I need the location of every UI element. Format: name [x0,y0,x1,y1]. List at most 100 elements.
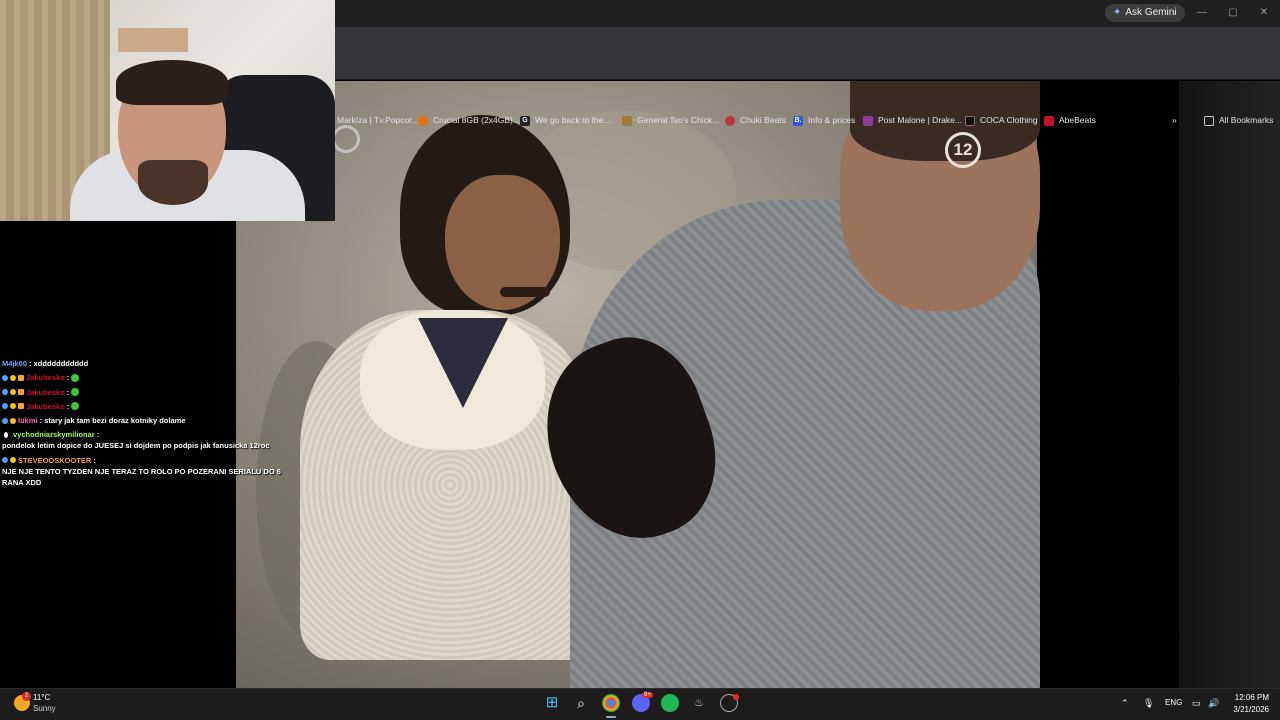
chat-username: Jakubesko [26,387,65,397]
discord-badge: 9+ [642,692,653,698]
active-app-indicator [606,716,616,718]
chat-message: Jakubesko: [2,372,302,383]
windows-start-icon[interactable]: ⊞ [543,694,561,712]
chat-text: xddddddddddd [33,359,89,368]
chat-text: pondelok letim dopice do JUESEJ si dojde… [2,441,270,451]
bookmark-item[interactable]: Markíza | Tv.Popcor... [322,112,419,129]
chat-emote-icon [71,402,80,411]
steam-icon[interactable]: ♨ [690,694,708,712]
clock-date[interactable]: 3/21/2026 [1226,705,1269,714]
bookmark-item[interactable]: COCA Clothing [965,112,1038,129]
bookmarks-overflow-icon[interactable]: » [1172,112,1177,129]
network-icon[interactable]: ▭ [1192,698,1201,709]
minimize-icon[interactable]: — [1191,4,1213,22]
man-mustache [500,287,550,297]
bookmark-favicon [725,115,735,126]
weather-temperature[interactable]: 11°C [33,693,50,702]
chat-username: STEVEOOSKOOTER [18,455,92,465]
chat-badge-icon [4,431,8,438]
chat-badge-icon [18,403,24,410]
volume-icon[interactable]: 🔊 [1208,698,1219,709]
chat-username: M4jk00 [2,359,28,368]
all-bookmarks-label: All Bookmarks [1219,115,1274,125]
bookmark-item[interactable]: Crucial 8GB (2x4GB)... [418,112,520,129]
bookmark-item[interactable]: Post Malone | Drake... [863,112,962,129]
webcam-overlay [0,0,335,221]
bookmark-item[interactable]: G We go back to the... [520,112,610,129]
chat-message: Jakubesko: [2,401,302,412]
close-icon[interactable]: ✕ [1253,4,1275,22]
all-bookmarks-button[interactable]: All Bookmarks [1204,112,1273,129]
chat-message: vychodniarskymilionar: pondelok letim do… [2,429,302,451]
ask-gemini-label: Ask Gemini [1125,7,1177,18]
chat-username: Jakubesko [26,373,65,383]
chat-badge-icon [2,389,8,396]
language-indicator[interactable]: ENG [1165,698,1182,707]
chat-colon: : [66,373,70,383]
chat-badge-icon [10,457,16,464]
chat-badge-icon [10,389,16,396]
bookmark-label: Info & prices [808,115,856,125]
ask-gemini-button[interactable]: ✦ Ask Gemini [1105,4,1185,22]
clock-time[interactable]: 12:06 PM [1233,693,1269,702]
notification-dot [733,694,739,700]
chrome-icon[interactable] [602,694,620,712]
side-panel [1179,81,1280,688]
chat-colon: : [66,401,70,411]
bookmark-label: AbeBeats [1059,115,1096,125]
weather-condition[interactable]: Sunny [33,704,56,713]
chat-badge-icon [2,374,8,381]
chat-badge-icon [10,403,16,410]
bookmark-favicon: B. [793,115,803,126]
chat-text: NJE NJE TENTO TYZDEN NJE TERAZ TO ROLO P… [2,466,281,487]
bookmark-favicon [965,115,975,126]
chat-overlay: M4jk00: xddddddddddd Jakubesko: Jakubesk… [2,358,302,491]
bookmark-label: Crucial 8GB (2x4GB)... [433,115,520,125]
bookmark-favicon [622,115,632,126]
bookmark-label: Chuki Beats [740,115,786,125]
chat-username: vychodniarskymilionar [13,430,95,440]
maximize-icon[interactable]: ▢ [1222,4,1244,22]
chat-message: lukmi: stary jak tam bezi doraz kotniky … [2,415,302,426]
bookmark-item[interactable]: B. Info & prices [793,112,855,129]
bookmark-label: General Tso's Chick... [637,115,720,125]
chat-text: stary jak tam bezi doraz kotniky dolame [44,416,186,426]
chat-badge-icon [2,403,8,410]
bookmark-item[interactable]: General Tso's Chick... [622,112,719,129]
channel-logo: 12 [945,132,981,168]
streamer-beard [138,160,208,205]
chat-badge-icon [10,417,16,424]
weather-notification-badge: 2 [22,692,31,701]
chat-message: Jakubesko: [2,387,302,398]
bookmark-label: Post Malone | Drake... [878,115,962,125]
gemini-spark-icon: ✦ [1113,7,1122,18]
chat-username: Jakubesko [26,401,65,411]
bookmark-favicon: G [520,115,530,126]
chat-badge-icon [10,374,16,381]
chat-colon: : [96,430,102,440]
chat-colon: : [93,455,98,465]
bookmark-favicon [418,115,428,126]
chat-badge-icon [2,457,8,464]
bookmark-item[interactable]: Chuki Beats [725,112,786,129]
streamer-hair [116,60,228,105]
chat-badge-icon [18,389,24,396]
chat-badge-icon [2,417,8,424]
spotify-icon[interactable] [661,694,679,712]
folder-icon [1204,115,1214,126]
search-icon[interactable]: ⌕ [572,694,590,712]
bookmark-label: COCA Clothing [980,115,1038,125]
chat-message: M4jk00: xddddddddddd [2,358,302,369]
microphone-icon[interactable]: 🎙 [1143,698,1154,709]
chat-colon: : [66,387,70,397]
bookmark-item[interactable]: AbeBeats [1044,112,1096,129]
bookmark-label: Markíza | Tv.Popcor... [337,115,419,125]
chat-emote-icon [71,373,80,382]
chat-username: lukmi [18,416,38,426]
shelf [118,28,188,52]
chat-emote-icon [71,388,80,397]
chat-badge-icon [18,374,24,381]
tray-overflow-icon[interactable]: ⌃ [1121,698,1129,709]
chat-message: STEVEOOSKOOTER: NJE NJE TENTO TYZDEN NJE… [2,455,302,488]
bookmark-favicon [863,115,873,126]
